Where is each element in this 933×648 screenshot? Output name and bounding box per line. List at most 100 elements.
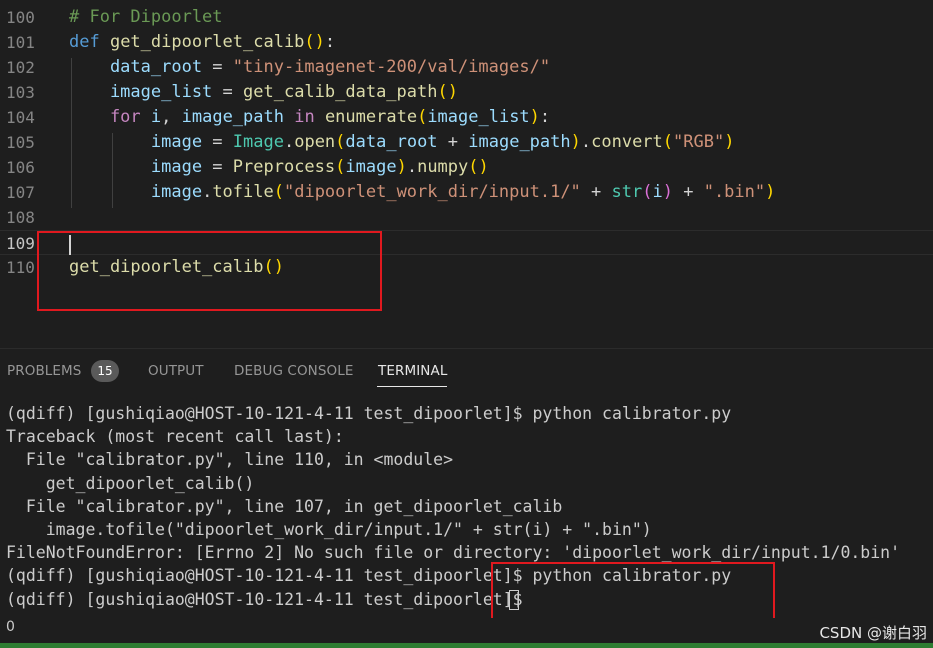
code-text: def get_dipoorlet_calib(): (69, 30, 335, 55)
code-token: "RGB" (673, 132, 725, 152)
line-number: 101 (6, 33, 35, 52)
code-token: # For Dipoorlet (69, 7, 223, 27)
tab-terminal[interactable]: TERMINAL (378, 363, 447, 379)
line-number: 109 (6, 234, 35, 253)
code-token: Image (232, 132, 284, 152)
code-line[interactable]: 101 def get_dipoorlet_calib(): (0, 30, 933, 55)
terminal-line: image.tofile("dipoorlet_work_dir/input.1… (6, 520, 652, 539)
code-token: image (69, 132, 203, 152)
code-token: ) (570, 132, 581, 152)
code-token: ) (396, 157, 407, 177)
code-token: for (69, 107, 151, 127)
tab-problems[interactable]: PROBLEMS (7, 363, 81, 379)
code-token: def (69, 32, 110, 52)
code-token: ( (273, 182, 284, 202)
code-token: () (468, 157, 489, 177)
code-token: + (672, 182, 704, 202)
line-number: 100 (6, 8, 35, 27)
active-tab-indicator (377, 386, 447, 387)
code-token: image (345, 157, 397, 177)
code-token: ) (724, 132, 735, 152)
code-text: image.tofile("dipoorlet_work_dir/input.1… (69, 180, 776, 205)
watermark: CSDN @谢白羽 (819, 624, 927, 642)
code-text: image = Image.open(data_root + image_pat… (69, 130, 735, 155)
code-token: ) (662, 182, 673, 202)
status-left-text: 0 (6, 619, 15, 635)
terminal-line: (qdiff) [gushiqiao@HOST-10-121-4-11 test… (6, 404, 732, 423)
code-text: image_list = get_calib_data_path() (69, 80, 458, 105)
line-number: 110 (6, 258, 35, 277)
code-token: image_list (69, 82, 213, 102)
code-token: () (304, 32, 325, 52)
line-number: 103 (6, 83, 35, 102)
terminal-line: get_dipoorlet_calib() (6, 473, 255, 493)
code-token: ( (417, 107, 428, 127)
terminal-line: FileNotFoundError: [Errno 2] No such fil… (6, 543, 901, 563)
code-token: + (437, 132, 469, 152)
line-number: 107 (6, 183, 35, 202)
terminal-line: File "calibrator.py", line 110, in <modu… (6, 450, 454, 470)
tab-output[interactable]: OUTPUT (148, 363, 204, 379)
code-line[interactable]: 108 (0, 205, 933, 230)
tab-debug-console[interactable]: DEBUG CONSOLE (234, 363, 354, 379)
code-token: "dipoorlet_work_dir/input.1/" (283, 182, 581, 202)
annotation-box-editor (37, 231, 382, 311)
code-token: : (539, 107, 551, 127)
code-token: ( (335, 132, 346, 152)
code-token: data_root (69, 57, 203, 77)
code-token: convert (591, 132, 663, 152)
code-text: # For Dipoorlet (69, 5, 223, 30)
terminal-line: (qdiff) [gushiqiao@HOST-10-121-4-11 test… (6, 589, 533, 609)
code-line[interactable]: 107 image.tofile("dipoorlet_work_dir/inp… (0, 180, 933, 205)
code-line[interactable]: 104 for i, image_path in enumerate(image… (0, 105, 933, 130)
code-line[interactable]: 103 image_list = get_calib_data_path() (0, 80, 933, 105)
code-token: = (202, 157, 233, 177)
code-token: = (202, 132, 233, 152)
code-token: . (406, 157, 418, 177)
code-line[interactable]: 105 image = Image.open(data_root + image… (0, 130, 933, 155)
code-token: i (150, 107, 162, 127)
code-token: open (294, 132, 336, 152)
code-token: image (69, 182, 203, 202)
code-line[interactable]: 102 data_root = "tiny-imagenet-200/val/i… (0, 55, 933, 80)
line-number: 104 (6, 108, 35, 127)
code-token: i (652, 182, 663, 202)
code-token: in (283, 107, 325, 127)
code-text: data_root = "tiny-imagenet-200/val/image… (69, 55, 550, 80)
code-token: numpy (417, 157, 469, 177)
line-number: 105 (6, 133, 35, 152)
code-token: , (161, 107, 182, 127)
code-token: + (580, 182, 612, 202)
code-text: image = Preprocess(image).numpy() (69, 155, 489, 180)
code-token: ( (335, 157, 346, 177)
code-token: "tiny-imagenet-200/val/images/" (232, 57, 551, 77)
terminal-line: File "calibrator.py", line 107, in get_d… (6, 496, 563, 516)
panel-tab-bar: PROBLEMS OUTPUT DEBUG CONSOLE TERMINAL (0, 348, 933, 396)
code-token: data_root (345, 132, 438, 152)
code-token: Preprocess (232, 157, 336, 177)
problems-count-badge: 15 (91, 360, 119, 382)
code-token: get_calib_data_path (243, 82, 438, 102)
code-token: image_path (468, 132, 571, 152)
code-token: str (611, 182, 643, 202)
terminal-panel[interactable]: (qdiff) [gushiqiao@HOST-10-121-4-11 test… (0, 396, 933, 618)
code-token: image_list (427, 107, 530, 127)
code-token: ".bin" (703, 182, 766, 202)
code-token: () (437, 82, 458, 102)
code-token: . (283, 132, 295, 152)
code-token: ) (529, 107, 540, 127)
code-token: image (69, 157, 203, 177)
code-token: . (202, 182, 213, 202)
code-token: get_dipoorlet_calib (109, 32, 305, 52)
code-token: = (212, 82, 244, 102)
code-line[interactable]: 106 image = Preprocess(image).numpy() (0, 155, 933, 180)
code-token: image_path (181, 107, 284, 127)
line-number: 106 (6, 158, 35, 177)
code-token: . (580, 132, 592, 152)
terminal-line: Traceback (most recent call last): (6, 427, 344, 447)
code-line[interactable]: 100 # For Dipoorlet (0, 5, 933, 30)
code-text: for i, image_path in enumerate(image_lis… (69, 105, 550, 130)
code-token: enumerate (324, 107, 418, 127)
code-token: tofile (212, 182, 274, 202)
code-token: ) (765, 182, 776, 202)
